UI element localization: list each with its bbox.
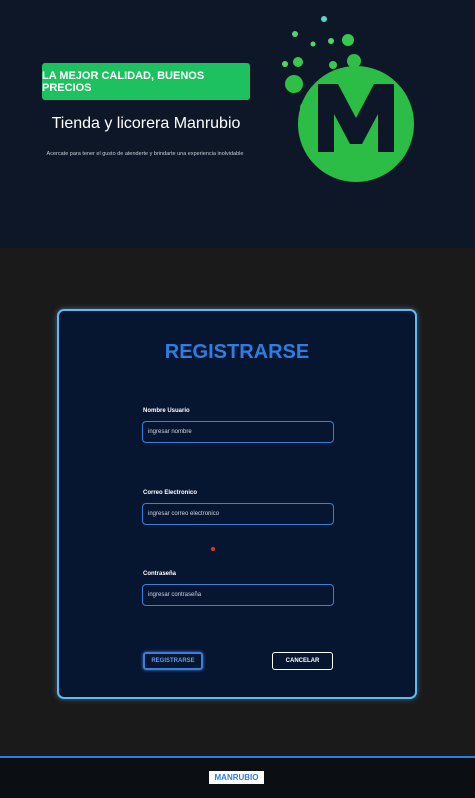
hero-title: Tienda y licorera Manrubio xyxy=(51,115,241,132)
manrubio-logo-icon xyxy=(282,16,414,182)
cancel-button[interactable]: CANCELAR xyxy=(272,652,333,670)
password-label: Contraseña xyxy=(143,571,177,577)
error-dot xyxy=(211,547,215,551)
register-title: REGISTRARSE xyxy=(164,341,310,363)
footer: MANRUBIO xyxy=(0,756,475,798)
email-label: Correo Electronico xyxy=(143,490,198,496)
register-button[interactable]: REGISTRARSE xyxy=(143,652,203,670)
email-field[interactable]: ingresar correo electronico xyxy=(142,503,334,525)
password-field[interactable]: ingresar contraseña xyxy=(142,584,334,606)
footer-brand-logo[interactable]: MANRUBIO xyxy=(209,771,264,784)
username-field[interactable]: ingresar nombre xyxy=(142,421,334,443)
hero-banner: LA MEJOR CALIDAD, BUENOS PRECIOS Tienda … xyxy=(0,0,475,248)
username-label: Nombre Usuario xyxy=(143,408,190,414)
hero-subtitle: Acercate para tener el gusto de atendert… xyxy=(46,151,244,157)
hero-badge: LA MEJOR CALIDAD, BUENOS PRECIOS xyxy=(42,63,250,100)
register-card: REGISTRARSE Nombre Usuario ingresar nomb… xyxy=(57,309,417,699)
